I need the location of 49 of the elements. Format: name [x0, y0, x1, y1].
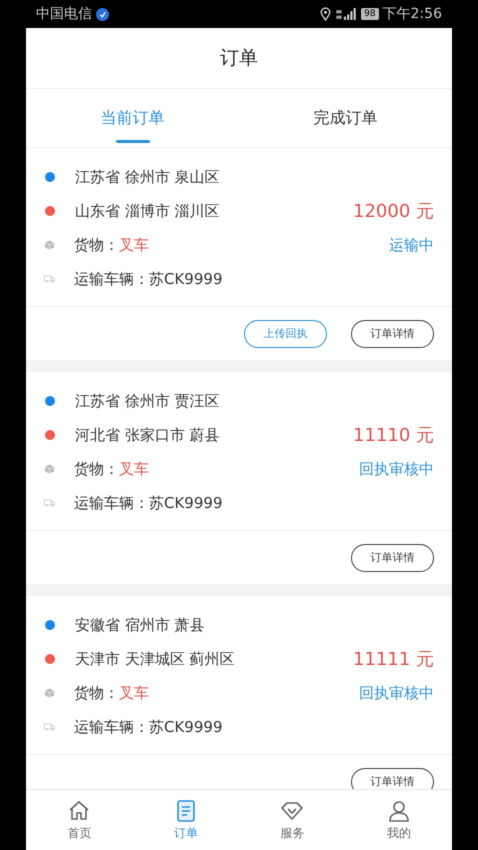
- origin-address: 江苏省 徐州市 贾汪区: [75, 392, 220, 410]
- nav-item[interactable]: 服务: [239, 790, 346, 850]
- destination-dot: [45, 654, 55, 664]
- vehicle-plate: 运输车辆：苏CK9999: [74, 494, 222, 512]
- location-icon: [320, 7, 332, 21]
- signal-icon: [335, 8, 358, 20]
- upload-receipt-button[interactable]: 上传回执: [244, 320, 327, 348]
- vehicle-plate: 运输车辆：苏CK9999: [74, 270, 222, 288]
- battery-indicator: 98: [361, 8, 379, 20]
- cargo-text: 货物：叉车: [74, 236, 149, 254]
- destination-dot: [45, 430, 55, 440]
- truck-icon: [44, 274, 55, 284]
- nav-item[interactable]: 首页: [26, 790, 132, 850]
- notification-icon: [96, 8, 109, 20]
- order-tab[interactable]: 完成订单: [239, 89, 452, 147]
- carrier-name: 中国电信: [36, 5, 92, 23]
- clock-time: 下午2:56: [382, 5, 442, 23]
- box-icon: [44, 240, 55, 250]
- origin-address: 江苏省 徐州市 泉山区: [75, 168, 220, 186]
- order-status: 运输中: [389, 236, 434, 254]
- destination-address: 天津市 天津城区 蓟州区: [75, 650, 235, 668]
- origin-dot: [45, 396, 55, 406]
- destination-dot: [45, 206, 55, 216]
- origin-address: 安徽省 宿州市 萧县: [75, 616, 205, 634]
- vehicle-plate: 运输车辆：苏CK9999: [74, 718, 222, 736]
- nav-item[interactable]: 我的: [346, 790, 452, 850]
- destination-address: 河北省 张家口市 蔚县: [75, 426, 220, 444]
- order-status: 回执审核中: [359, 460, 434, 478]
- order-status: 回执审核中: [359, 684, 434, 702]
- truck-icon: [44, 498, 55, 508]
- page-title: 订单: [220, 46, 258, 71]
- origin-dot: [45, 620, 55, 630]
- order-details-button[interactable]: 订单详情: [351, 544, 434, 572]
- origin-dot: [45, 172, 55, 182]
- order-price: 12000 元: [353, 200, 434, 223]
- home-icon: [67, 798, 92, 822]
- order-details-button[interactable]: 订单详情: [351, 320, 434, 348]
- truck-icon: [44, 722, 55, 732]
- box-icon: [44, 464, 55, 474]
- box-icon: [44, 688, 55, 698]
- person-icon: [386, 798, 411, 822]
- nav-item[interactable]: 订单: [132, 790, 239, 850]
- destination-address: 山东省 淄博市 淄川区: [75, 202, 220, 220]
- cargo-text: 货物：叉车: [74, 460, 149, 478]
- order-price: 11111 元: [353, 648, 434, 671]
- cargo-text: 货物：叉车: [74, 684, 149, 702]
- order-price: 11110 元: [353, 424, 434, 447]
- order-details-button[interactable]: 订单详情: [351, 768, 434, 789]
- order-tab[interactable]: 当前订单: [26, 89, 239, 147]
